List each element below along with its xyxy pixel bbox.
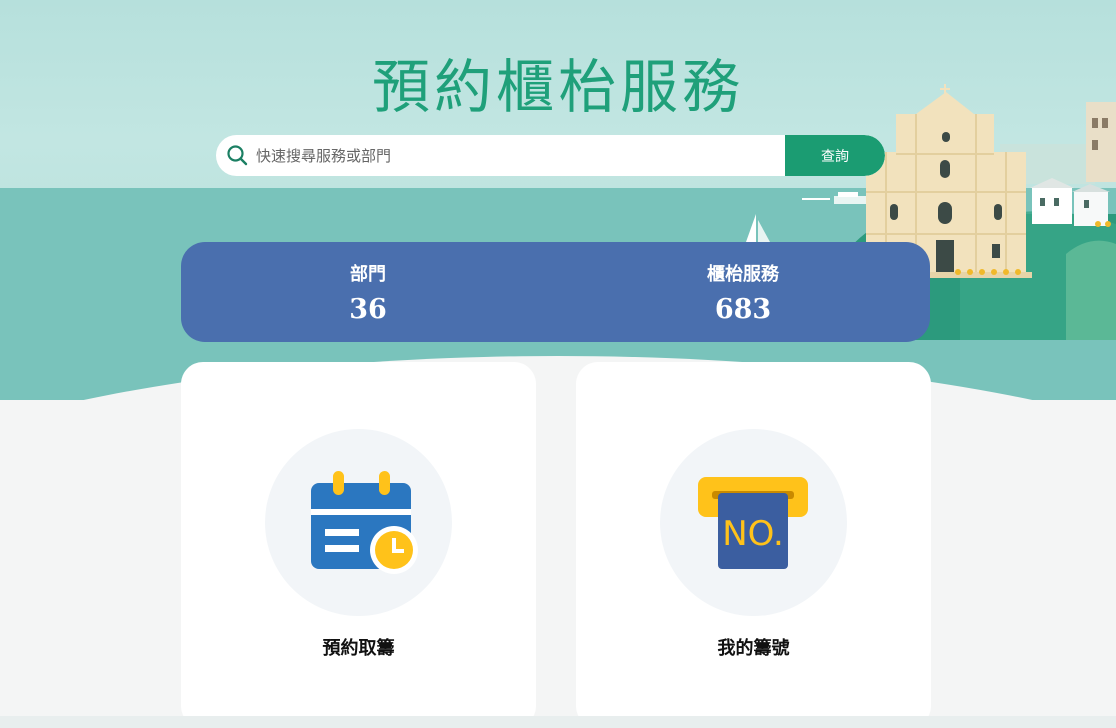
search-bar: 查詢: [216, 135, 885, 176]
stat-departments: 部門 36: [181, 242, 555, 342]
icon-circle: NO.: [660, 429, 847, 616]
card-label: 我的籌號: [717, 638, 790, 659]
search-input[interactable]: [256, 135, 796, 176]
sailboat-illustration: [746, 214, 770, 242]
book-ticket-card[interactable]: 預約取籌: [181, 362, 536, 728]
stat-value: 683: [714, 294, 772, 325]
page-title: 預約櫃枱服務: [371, 53, 744, 121]
stats-panel: 部門 36 櫃枱服務 683: [181, 242, 930, 342]
ticket-number-text: NO.: [722, 514, 784, 554]
stat-counter-services: 櫃枱服務 683: [556, 242, 930, 342]
stat-label: 櫃枱服務: [707, 264, 779, 285]
card-label: 預約取籌: [322, 638, 395, 659]
stat-label: 部門: [350, 264, 386, 285]
search-icon: [227, 145, 248, 166]
calendar-clock-icon: [311, 471, 418, 574]
stat-value: 36: [349, 294, 387, 325]
icon-circle: [265, 429, 452, 616]
bottom-strip: [0, 716, 1116, 728]
my-ticket-card[interactable]: NO. 我的籌號: [576, 362, 931, 728]
queue-ticket-icon: NO.: [698, 477, 808, 569]
search-button[interactable]: 查詢: [785, 135, 885, 176]
